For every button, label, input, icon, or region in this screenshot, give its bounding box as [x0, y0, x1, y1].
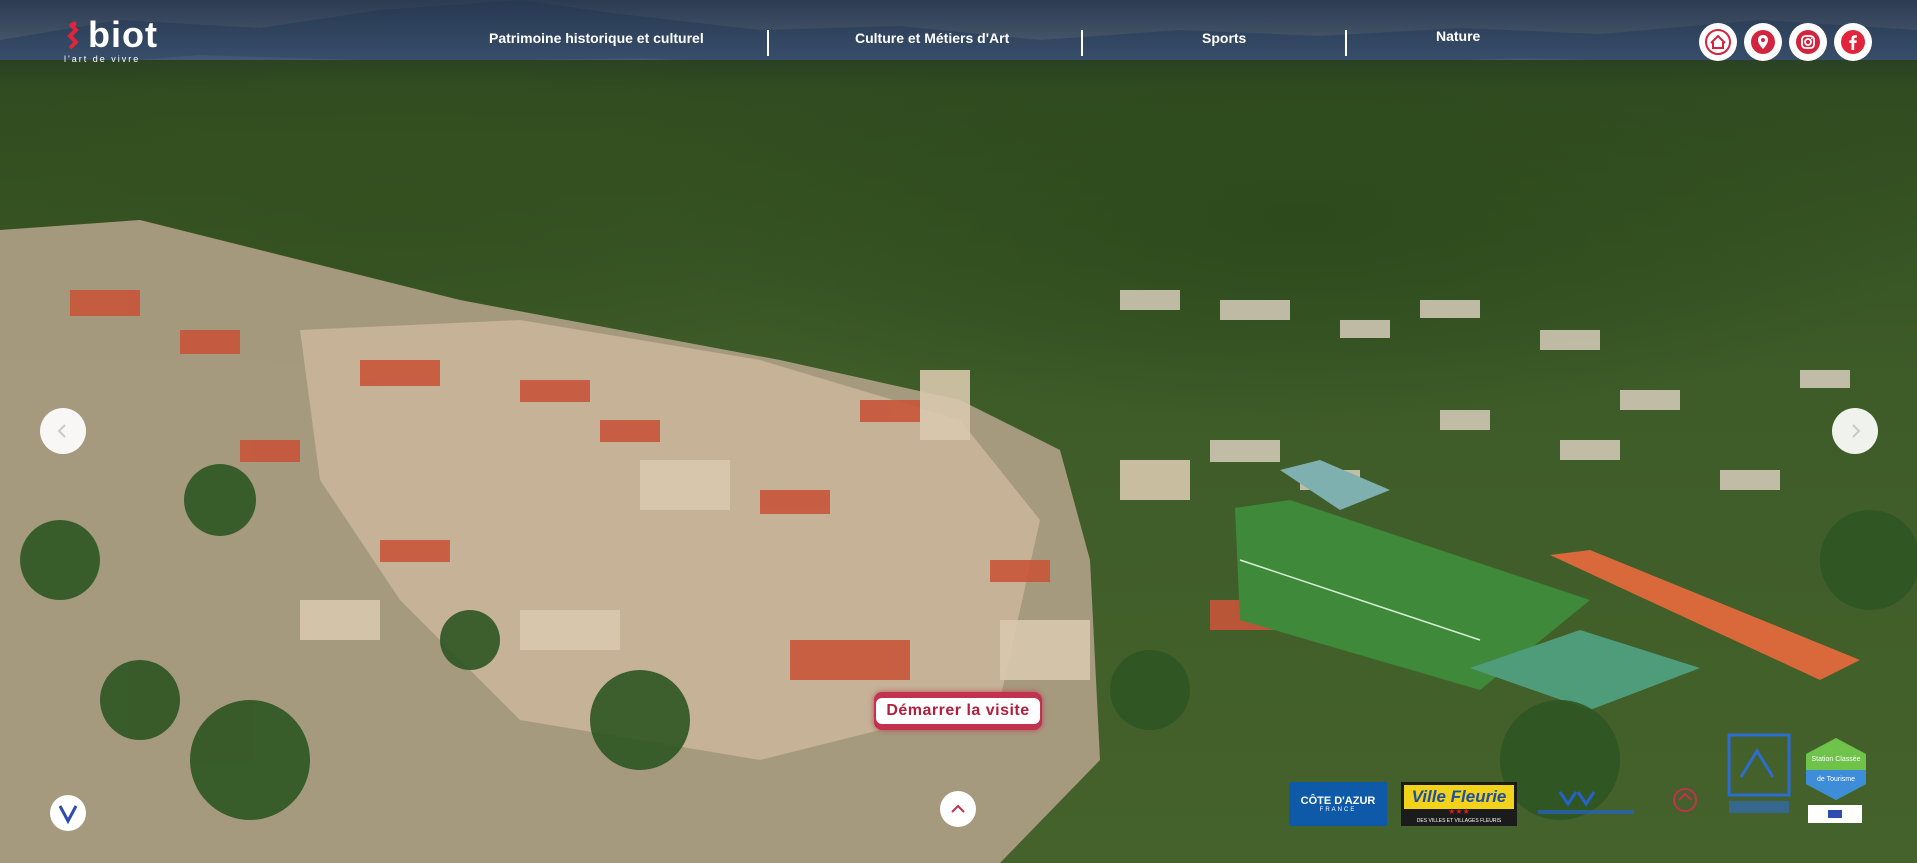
partner-cote-azur-logo[interactable]: CÔTE D'AZUR FRANCE [1289, 782, 1387, 826]
chevron-up-icon [951, 804, 965, 813]
chevron-left-icon [57, 424, 66, 438]
station-classee-badge-icon [1806, 738, 1866, 800]
aerial-village-background [0, 0, 1917, 863]
partner-station-classee-logo[interactable]: Station Classée de Tourisme [1804, 736, 1868, 802]
partner-ville-fleurie-logo[interactable]: Ville Fleurie ★★★ DES VILLES ET VILLAGES… [1401, 782, 1517, 826]
scroll-up-button[interactable] [940, 791, 976, 827]
partner-blue-label-logo[interactable] [1538, 788, 1634, 822]
station-classee-line2: de Tourisme [1816, 776, 1855, 783]
biot-logo-mark-icon [67, 21, 79, 50]
biot-logo[interactable]: biot l'art de vivre [62, 14, 172, 68]
v-logo-icon [58, 805, 78, 825]
home-button[interactable] [1699, 23, 1737, 61]
nav-item-culture[interactable]: Culture et Métiers d'Art [855, 30, 1009, 56]
chevron-right-icon [1852, 424, 1861, 438]
location-pin-icon [1751, 30, 1775, 54]
brand-tagline: l'art de vivre [64, 54, 141, 64]
location-button[interactable] [1744, 23, 1782, 61]
partner-red-emblem-logo[interactable] [1668, 784, 1702, 824]
instagram-button[interactable] [1789, 23, 1827, 61]
village-illustration [0, 220, 1917, 863]
nav-divider [767, 30, 769, 56]
station-classee-line1: Station Classée [1811, 756, 1861, 763]
facebook-button[interactable] [1834, 23, 1872, 61]
ville-fleurie-subtitle: DES VILLES ET VILLAGES FLEURIS [1416, 817, 1502, 824]
carousel-prev-button[interactable] [40, 408, 86, 454]
partner-blue-frame-logo[interactable] [1727, 733, 1793, 817]
nav-item-patrimoine[interactable]: Patrimoine historique et culturel [489, 30, 704, 56]
start-visit-label: Démarrer la visite [876, 698, 1040, 724]
brand-name: biot [88, 14, 158, 55]
carousel-next-button[interactable] [1832, 408, 1878, 454]
ville-fleurie-stars: ★★★ [1448, 806, 1470, 816]
instagram-icon [1796, 30, 1820, 54]
ville-fleurie-label: Ville Fleurie [1403, 784, 1515, 809]
facebook-icon [1841, 30, 1865, 54]
nav-item-sports[interactable]: Sports [1202, 30, 1246, 56]
viewer-badge[interactable] [50, 795, 86, 831]
cote-azur-title: CÔTE D'AZUR [1300, 795, 1376, 807]
nav-item-nature[interactable]: Nature [1436, 28, 1480, 54]
nav-divider [1081, 30, 1083, 56]
start-visit-button[interactable]: Démarrer la visite [874, 692, 1042, 730]
cote-azur-subtitle: FRANCE [1319, 807, 1357, 813]
nav-divider [1345, 30, 1347, 56]
partner-flag-logo[interactable] [1808, 805, 1862, 823]
home-icon [1705, 29, 1731, 55]
